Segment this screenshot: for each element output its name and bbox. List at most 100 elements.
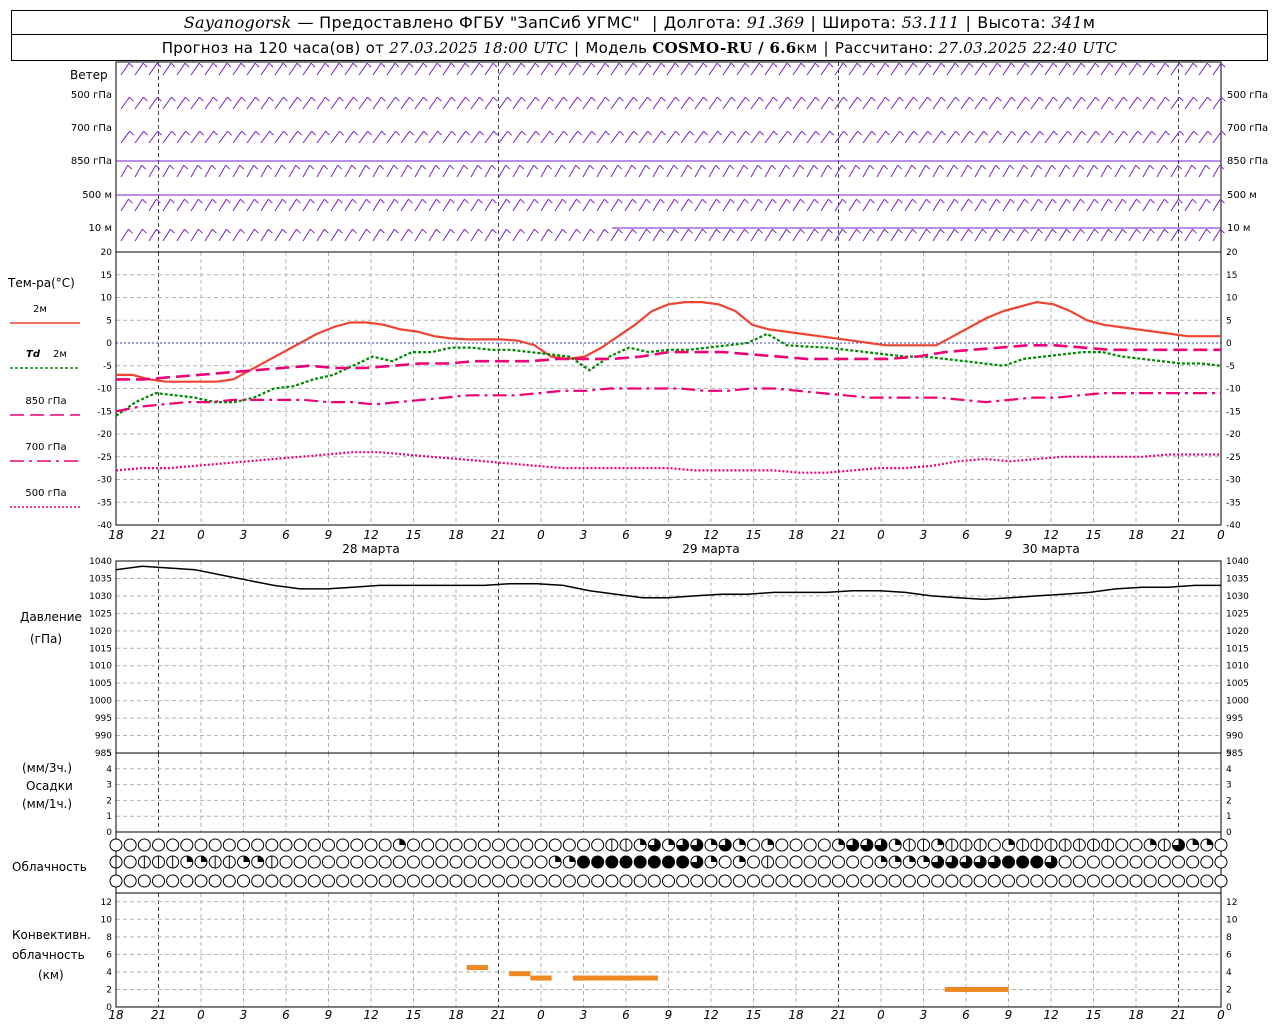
wind-barb-flag [310, 228, 315, 234]
wind-barb [274, 198, 283, 212]
wind-barb [666, 62, 676, 76]
wind-barb [372, 198, 381, 212]
wind-barb [1128, 228, 1137, 242]
wind-barb [1114, 164, 1123, 178]
wind-barb-flag [449, 164, 455, 170]
wind-barb-flag [1109, 130, 1115, 136]
x-tick-label: 15 [406, 528, 421, 542]
cloud-symbol [747, 838, 760, 852]
wind-barb-flag [953, 164, 959, 170]
wind-barb-flag [549, 130, 555, 136]
wind-barb-flag [897, 164, 903, 170]
wind-barb [974, 198, 983, 212]
wind-barb [484, 164, 493, 178]
wind-barb-flag [211, 164, 217, 170]
wind-barb [400, 198, 409, 212]
wind-barb-flag [437, 96, 442, 102]
wind-barb-flag [1010, 228, 1015, 234]
wind-barb-flag [1150, 62, 1156, 68]
wind-barb-flag [1067, 130, 1073, 136]
wind-barb [386, 228, 395, 242]
x-tick-label-bottom: 6 [282, 1008, 290, 1022]
wind-barb [596, 62, 606, 76]
wind-barb [638, 96, 648, 110]
wind-barb-flag [717, 130, 723, 136]
wind-barb [624, 96, 634, 110]
wind-barb-flag [758, 228, 763, 234]
wind-barb [484, 228, 493, 242]
precip-tick-left: 3 [106, 781, 112, 791]
wind-barb [946, 130, 957, 144]
wind-barb [820, 96, 830, 110]
wind-barb [498, 62, 508, 76]
cloud-symbol-mark [640, 839, 647, 845]
wind-barb [1170, 164, 1179, 178]
cloud-symbol [1072, 874, 1086, 888]
wind-barb [680, 164, 689, 178]
wind-barb-flag [1220, 62, 1226, 68]
temp-tick-right: 5 [1226, 316, 1232, 326]
x-tick-label: 9 [1005, 528, 1013, 542]
wind-barb [988, 164, 997, 178]
wind-barb [820, 198, 829, 212]
conv-tick-right: 10 [1226, 915, 1238, 925]
cloud-symbol-mark [1150, 839, 1157, 845]
wind-barb [1072, 198, 1081, 212]
wind-barb-flag [815, 130, 821, 136]
cloud-symbol [152, 874, 165, 888]
wind-barb-flag [1038, 62, 1044, 68]
wind-barb-flag [785, 164, 791, 170]
wind-barb [666, 130, 677, 144]
cloud-symbol [1214, 838, 1228, 852]
wind-barb [358, 96, 368, 110]
temp-tick-right: 20 [1226, 248, 1238, 258]
wind-barb [624, 164, 633, 178]
wind-barb [148, 228, 157, 242]
wind-barb-flag [969, 96, 974, 102]
cloud-symbol [577, 838, 590, 852]
wind-barb-flag [1206, 62, 1212, 68]
wind-barb [470, 228, 479, 242]
conv-tick-right: 12 [1226, 898, 1237, 908]
wind-barb-flag [605, 96, 610, 102]
wind-barb [1114, 62, 1124, 76]
wind-barb-flag [142, 228, 147, 234]
cloud-symbol-mark [923, 856, 930, 862]
wind-barb-flag [520, 228, 525, 234]
wind-barb-flag [828, 198, 833, 204]
wind-barb-flag [1121, 164, 1127, 170]
wind-barb-flag [310, 62, 316, 68]
wind-barb [862, 96, 872, 110]
wind-barb-flag [1219, 164, 1225, 170]
cloud-symbol [1115, 855, 1129, 869]
press-tick-left: 1035 [89, 574, 112, 584]
wind-barb [1114, 198, 1123, 212]
wind-barb [120, 96, 130, 110]
temperature-legend: 2м 2м 850 гПа 700 гПа 500 гПа Td [10, 304, 80, 508]
wind-barb [204, 62, 214, 76]
x-tick-label: 0 [197, 528, 205, 542]
wind-barb-flag [492, 228, 497, 234]
wind-barb-flag [954, 198, 959, 204]
wind-barb-flag [535, 130, 541, 136]
wind-barb-flag [883, 164, 889, 170]
wind-barb [246, 62, 256, 76]
wind-barb-flag [212, 62, 218, 68]
wind-barb [302, 164, 311, 178]
cloud-symbol-mark [257, 856, 264, 862]
wind-barb-flag [351, 164, 357, 170]
cloud-symbol [1172, 874, 1185, 888]
wind-barb [134, 96, 144, 110]
wind-barb [1002, 62, 1012, 76]
wind-barb-flag [744, 62, 750, 68]
x-tick-label: 0 [1217, 528, 1225, 542]
wind-barb [708, 62, 718, 76]
wind-barb [120, 228, 129, 242]
wind-barb [1044, 228, 1053, 242]
wind-barb [442, 228, 451, 242]
wind-barb [260, 62, 270, 76]
wind-barb-flag [450, 62, 456, 68]
wind-barb-flag [282, 62, 288, 68]
wind-barb [190, 228, 199, 242]
x-tick-label: 18 [448, 528, 464, 542]
